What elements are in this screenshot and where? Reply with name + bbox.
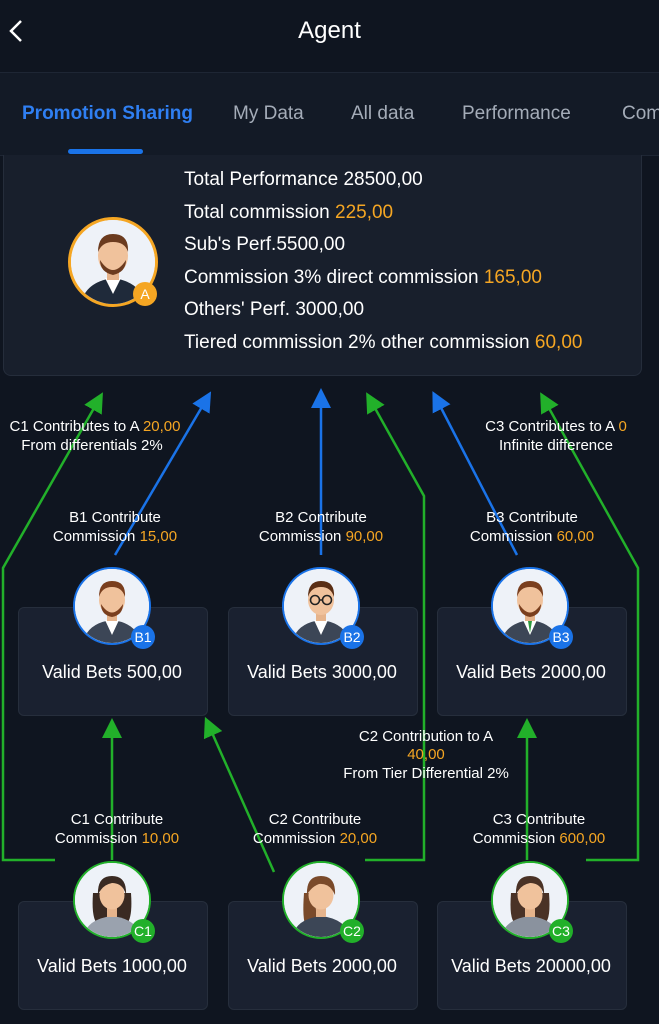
b2-commission-label: Commission [258,528,342,545]
c2-contrib-title: C2 Contribute [268,811,362,828]
avatar-badge-b2: B2 [340,625,364,649]
b2-contrib-title: B2 Contribute [275,509,367,526]
avatar-badge-b1: B1 [131,625,155,649]
avatar-b1: B1 [73,567,155,649]
c2-commission: Commission 20,00 [230,829,400,848]
c1-to-a-label: C1 Contributes to A [9,418,139,435]
c2-valid-bets: Valid Bets 2000,00 [247,956,397,976]
c1-to-a-sub: From differentials 2% [21,437,163,454]
c2-commission-value: 20,00 [339,830,378,847]
c3-to-a-value: 0 [618,418,627,435]
avatar-b2: B2 [282,567,364,649]
b1-contrib-title: B1 Contribute [69,509,161,526]
b2-valid-bets: Valid Bets 3000,00 [247,662,397,682]
b1-commission-value: 15,00 [139,528,178,545]
c2-commission-label: Commission [252,830,336,847]
avatar-badge-c1: C1 [131,919,155,943]
c2-to-a-sub: From Tier Differential 2% [343,765,509,782]
c3-commission-label: Commission [472,830,556,847]
c1-valid-bets: Valid Bets 1000,00 [37,956,187,976]
b1-valid-bets: Valid Bets 500,00 [42,662,182,682]
c3-to-a-note: C3 Contributes to A 0 [474,417,638,436]
c3-commission: Commission 600,00 [454,829,624,848]
b3-commission-label: Commission [469,528,553,545]
b3-commission-value: 60,00 [556,528,595,545]
avatar-c3: C3 [491,861,573,943]
avatar-badge-c3: C3 [549,919,573,943]
c2-to-a-value: 40,00 [407,746,445,763]
b3-valid-bets: Valid Bets 2000,00 [456,662,606,682]
c1-commission: Commission 10,00 [32,829,202,848]
c1-commission-value: 10,00 [141,830,180,847]
c3-commission-value: 600,00 [559,830,606,847]
avatar-c1: C1 [73,861,155,943]
b2-commission: Commission 90,00 [236,527,406,546]
c2-to-a-label: C2 Contribution to A [358,728,494,745]
avatar-badge-c2: C2 [340,919,364,943]
b1-commission: Commission 15,00 [30,527,200,546]
c1-commission-label: Commission [54,830,138,847]
b3-commission: Commission 60,00 [447,527,617,546]
c3-to-a-label: C3 Contributes to A [485,418,615,435]
b3-contrib-title: B3 Contribute [486,509,578,526]
c1-contrib-title: C1 Contribute [70,811,164,828]
b2-commission-value: 90,00 [345,528,384,545]
b1-commission-label: Commission [52,528,136,545]
c3-valid-bets: Valid Bets 20000,00 [451,956,611,976]
c1-to-a-value: 20,00 [142,418,181,435]
c3-contrib-title: C3 Contribute [492,811,586,828]
c1-to-a-note: C1 Contributes to A 20,00 [0,417,190,436]
c2-to-b1-arrow [203,716,276,873]
c3-to-a-sub: Infinite difference [499,437,613,454]
avatar-c2: C2 [282,861,364,943]
avatar-badge-b3: B3 [549,625,573,649]
avatar-b3: B3 [491,567,573,649]
